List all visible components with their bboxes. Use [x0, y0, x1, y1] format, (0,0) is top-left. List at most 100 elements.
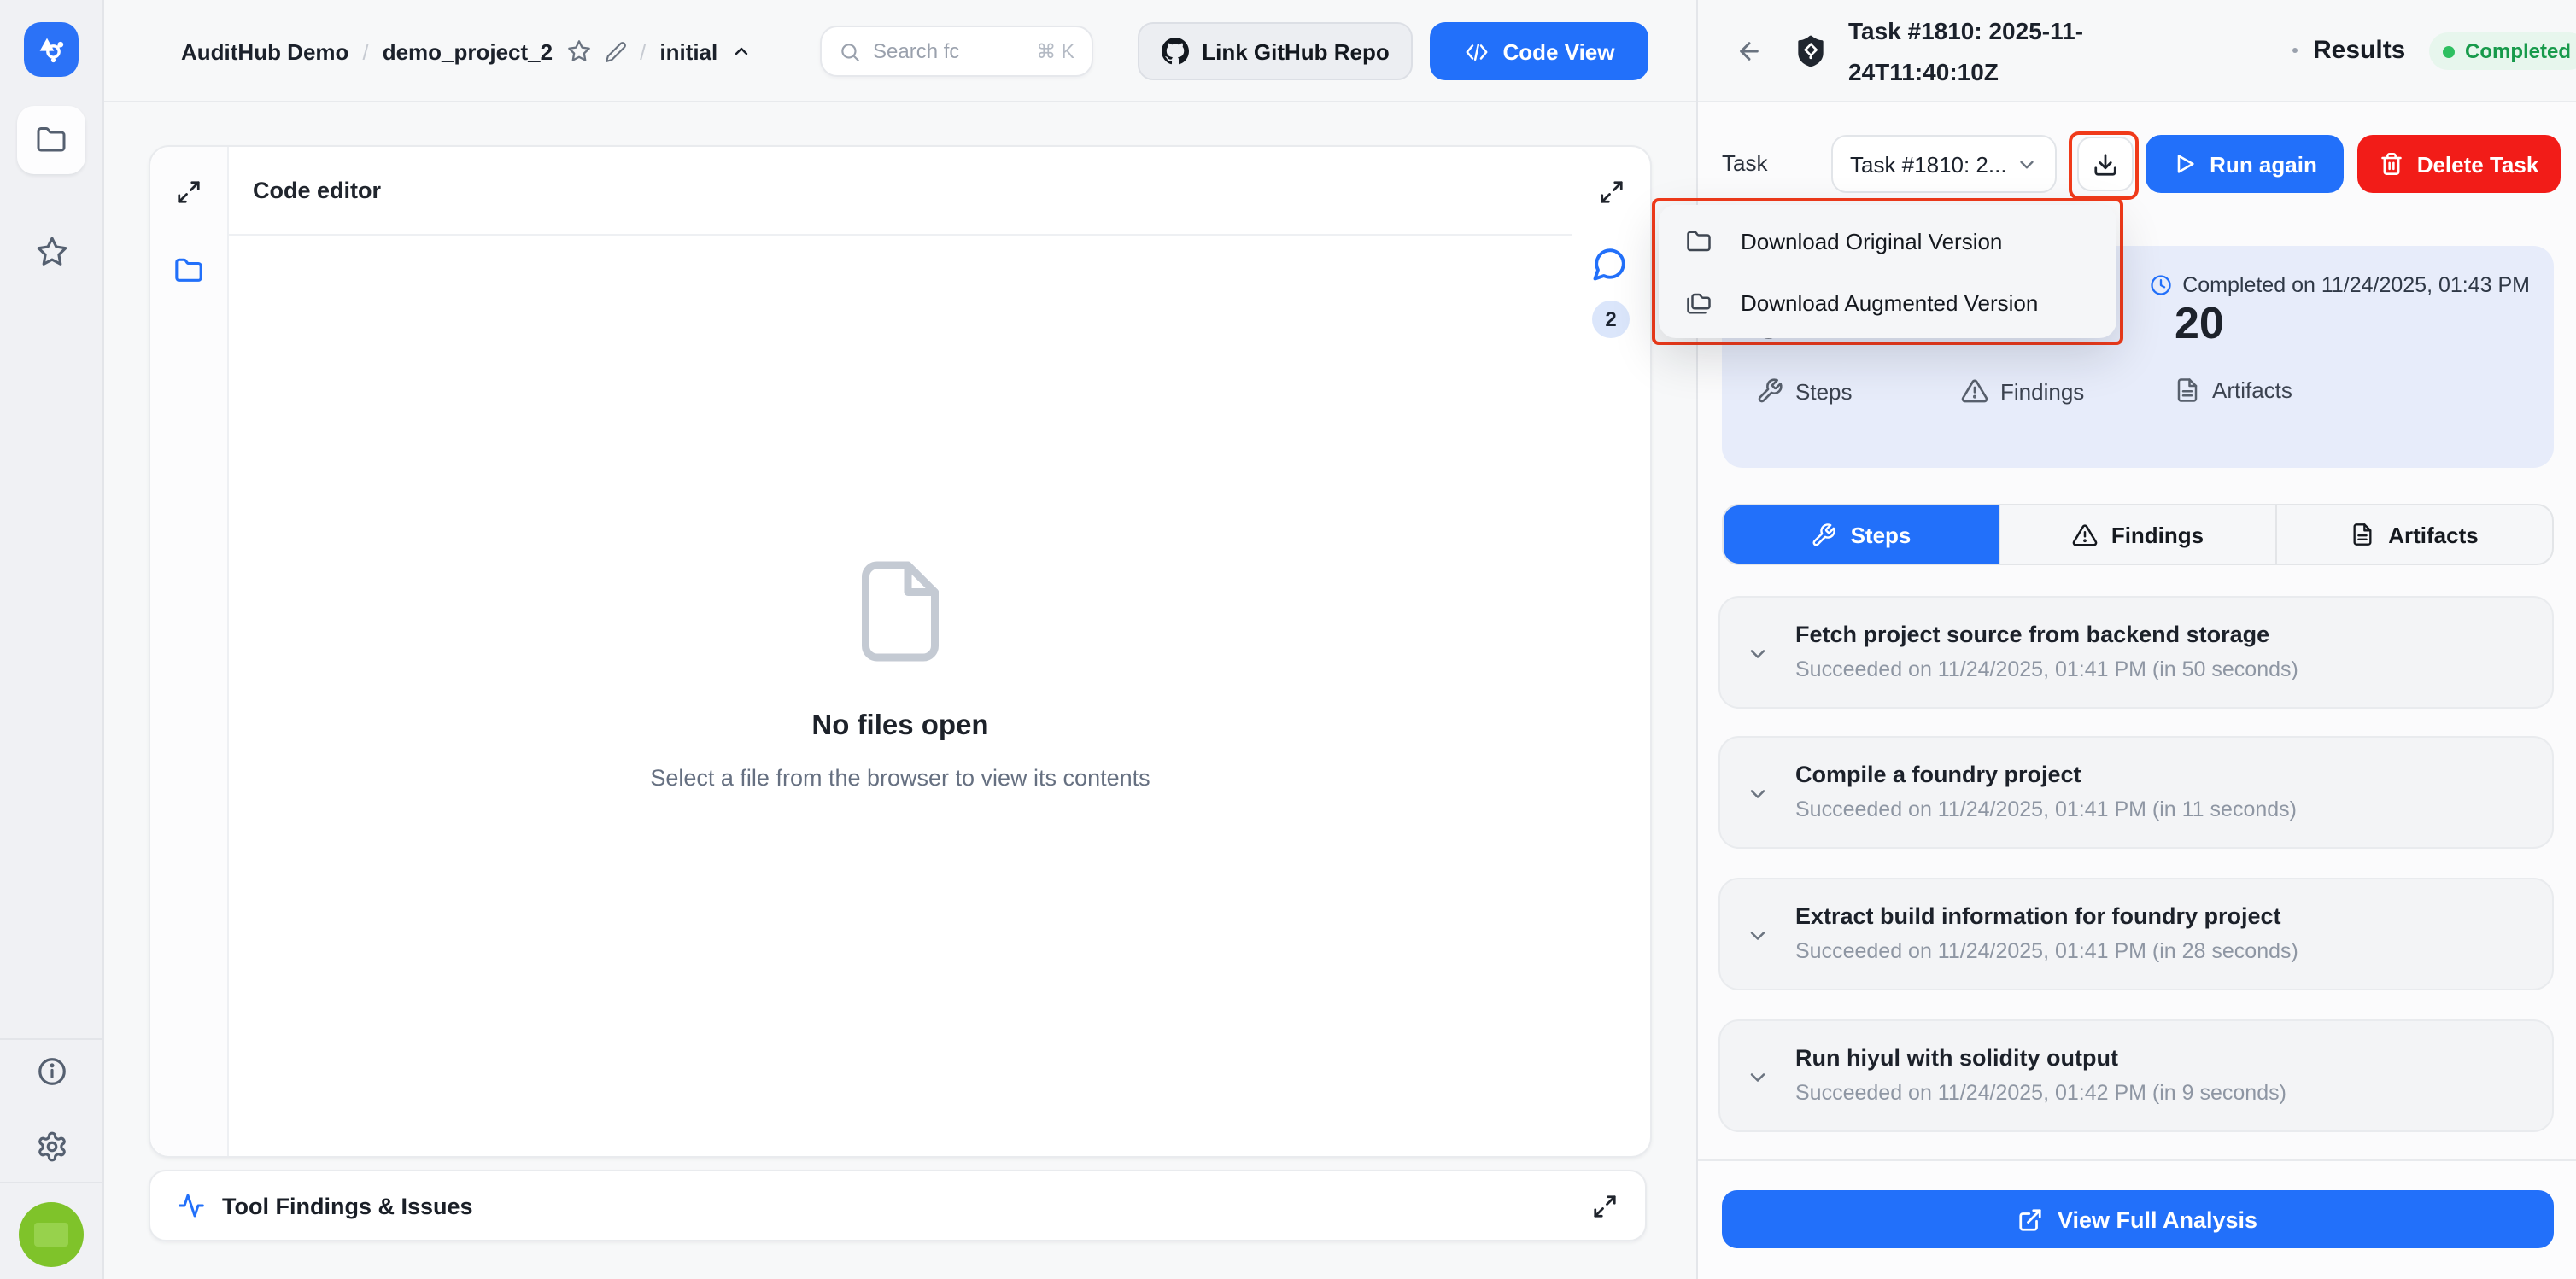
trash-icon [2380, 152, 2403, 176]
step-title: Extract build information for foundry pr… [1795, 903, 2281, 929]
artifacts-stat-label: Artifacts [2212, 377, 2292, 403]
tool-icon [1756, 377, 1783, 405]
breadcrumb-app[interactable]: AuditHub Demo [181, 38, 348, 64]
breadcrumb: AuditHub Demo / demo_project_2 / initial [181, 0, 752, 102]
editor-header: Code editor [229, 147, 1572, 236]
view-full-analysis-label: View Full Analysis [2058, 1206, 2257, 1232]
expand-file-browser-button[interactable] [176, 179, 202, 205]
step-row[interactable]: Fetch project source from backend storag… [1718, 596, 2554, 709]
tool-icon [1812, 522, 1837, 547]
sidebar-divider [0, 1182, 104, 1183]
step-status: Succeeded on 11/24/2025, 01:41 PM (in 28… [1795, 939, 2298, 963]
results-heading: Results [2313, 36, 2405, 65]
tab-artifacts[interactable]: Artifacts [2277, 505, 2552, 564]
step-status: Succeeded on 11/24/2025, 01:41 PM (in 50… [1795, 657, 2298, 681]
status-badge-label: Completed [2465, 39, 2571, 63]
expand-icon [1599, 179, 1625, 205]
editor-right-rail: 2 [1572, 147, 1650, 1156]
view-full-analysis-button[interactable]: View Full Analysis [1722, 1190, 2554, 1248]
clock-icon [2148, 273, 2172, 297]
download-original-version-item[interactable]: Download Original Version [1659, 210, 2116, 272]
download-original-version-label: Download Original Version [1741, 228, 2002, 254]
tab-findings[interactable]: Findings [2000, 505, 2277, 564]
task-select[interactable]: Task #1810: 2... [1831, 135, 2057, 193]
sidebar-item-files[interactable] [17, 106, 85, 174]
annotation-box-download-button [2069, 131, 2139, 200]
expand-findings-button[interactable] [1592, 1193, 1618, 1218]
top-bar: AuditHub Demo / demo_project_2 / initial… [104, 0, 1696, 102]
folder-icon [1686, 228, 1712, 254]
link-github-repo-button[interactable]: Link GitHub Repo [1138, 22, 1413, 80]
completed-on-text: Completed on 11/24/2025, 01:43 PM [2182, 273, 2530, 297]
breadcrumb-separator: / [640, 38, 646, 64]
folder-icon [36, 125, 67, 155]
external-link-icon [2018, 1206, 2044, 1232]
sidebar-item-info[interactable] [17, 1037, 85, 1105]
run-again-label: Run again [2210, 151, 2317, 177]
empty-state-title: No files open [811, 710, 988, 743]
editor-empty-state: No files open Select a file from the bro… [229, 557, 1572, 791]
tool-findings-bar[interactable]: Tool Findings & Issues [149, 1170, 1647, 1241]
separator-dot [2292, 48, 2298, 53]
sidebar-item-favorites[interactable] [17, 217, 85, 285]
avatar-glyph [34, 1223, 68, 1247]
star-icon [35, 235, 67, 267]
step-row[interactable]: Run hiyul with solidity output Succeeded… [1718, 1019, 2554, 1132]
expand-icon [1592, 1193, 1618, 1218]
code-view-button[interactable]: Code View [1430, 22, 1648, 80]
completed-on: Completed on 11/24/2025, 01:43 PM [2148, 273, 2530, 297]
search-placeholder: Search fc [873, 39, 1024, 63]
step-title: Run hiyul with solidity output [1795, 1045, 2118, 1071]
expand-icon [176, 179, 202, 205]
step-status: Succeeded on 11/24/2025, 01:41 PM (in 11… [1795, 797, 2297, 821]
breadcrumb-branch[interactable]: initial [659, 38, 717, 64]
task-title: Task #1810: 2025-11-24T11:40:10Z [1848, 10, 2125, 92]
code-icon [1463, 38, 1489, 64]
favorite-star-icon[interactable] [566, 39, 590, 63]
task-panel-footer: View Full Analysis [1698, 1159, 2576, 1279]
expand-editor-button[interactable] [1599, 179, 1625, 205]
chevron-down-icon[interactable] [1746, 924, 1770, 948]
comments-count-badge[interactable]: 2 [1592, 301, 1630, 338]
tab-findings-label: Findings [2111, 522, 2204, 547]
sidebar-item-settings[interactable] [17, 1112, 85, 1180]
run-again-button[interactable]: Run again [2146, 135, 2344, 193]
breadcrumb-project[interactable]: demo_project_2 [383, 38, 553, 64]
folder-icon [174, 256, 203, 285]
search-icon [839, 40, 861, 62]
step-title: Compile a foundry project [1795, 762, 2081, 787]
warning-triangle-icon [1961, 377, 1988, 405]
file-browser-tab[interactable] [174, 256, 203, 285]
stat-artifacts: 20 Artifacts [2175, 297, 2292, 403]
chevron-down-icon[interactable] [1746, 782, 1770, 806]
editor-left-rail [150, 147, 229, 1156]
code-editor-panel: Code editor 2 No files open Select a fil… [149, 145, 1652, 1158]
arrow-left-icon [1736, 38, 1763, 65]
tool-findings-title: Tool Findings & Issues [222, 1193, 1575, 1218]
chevron-down-icon[interactable] [1746, 1066, 1770, 1089]
status-badge: Completed [2429, 32, 2576, 70]
chevron-up-icon[interactable] [731, 41, 752, 61]
chevron-down-icon[interactable] [1746, 642, 1770, 666]
edit-pencil-icon[interactable] [604, 40, 626, 62]
step-row[interactable]: Extract build information for foundry pr… [1718, 878, 2554, 990]
document-icon [2351, 523, 2374, 546]
step-title: Fetch project source from backend storag… [1795, 622, 2269, 647]
tab-steps[interactable]: Steps [1724, 505, 2000, 564]
activity-pulse-icon [178, 1192, 205, 1219]
comments-button[interactable] [1592, 246, 1628, 282]
delete-task-button[interactable]: Delete Task [2357, 135, 2561, 193]
download-augmented-version-item[interactable]: Download Augmented Version [1659, 272, 2116, 333]
info-icon [35, 1054, 67, 1087]
link-github-repo-label: Link GitHub Repo [1202, 38, 1390, 64]
user-avatar[interactable] [19, 1202, 84, 1267]
delete-task-label: Delete Task [2417, 151, 2539, 177]
search-input[interactable]: Search fc ⌘ K [820, 26, 1093, 77]
steps-stat-label: Steps [1795, 378, 1853, 404]
search-shortcut: ⌘ K [1036, 39, 1074, 63]
file-icon [854, 557, 946, 666]
back-button[interactable] [1736, 38, 1763, 65]
github-icon [1161, 38, 1188, 65]
step-row[interactable]: Compile a foundry project Succeeded on 1… [1718, 736, 2554, 849]
app-logo[interactable] [24, 22, 79, 77]
